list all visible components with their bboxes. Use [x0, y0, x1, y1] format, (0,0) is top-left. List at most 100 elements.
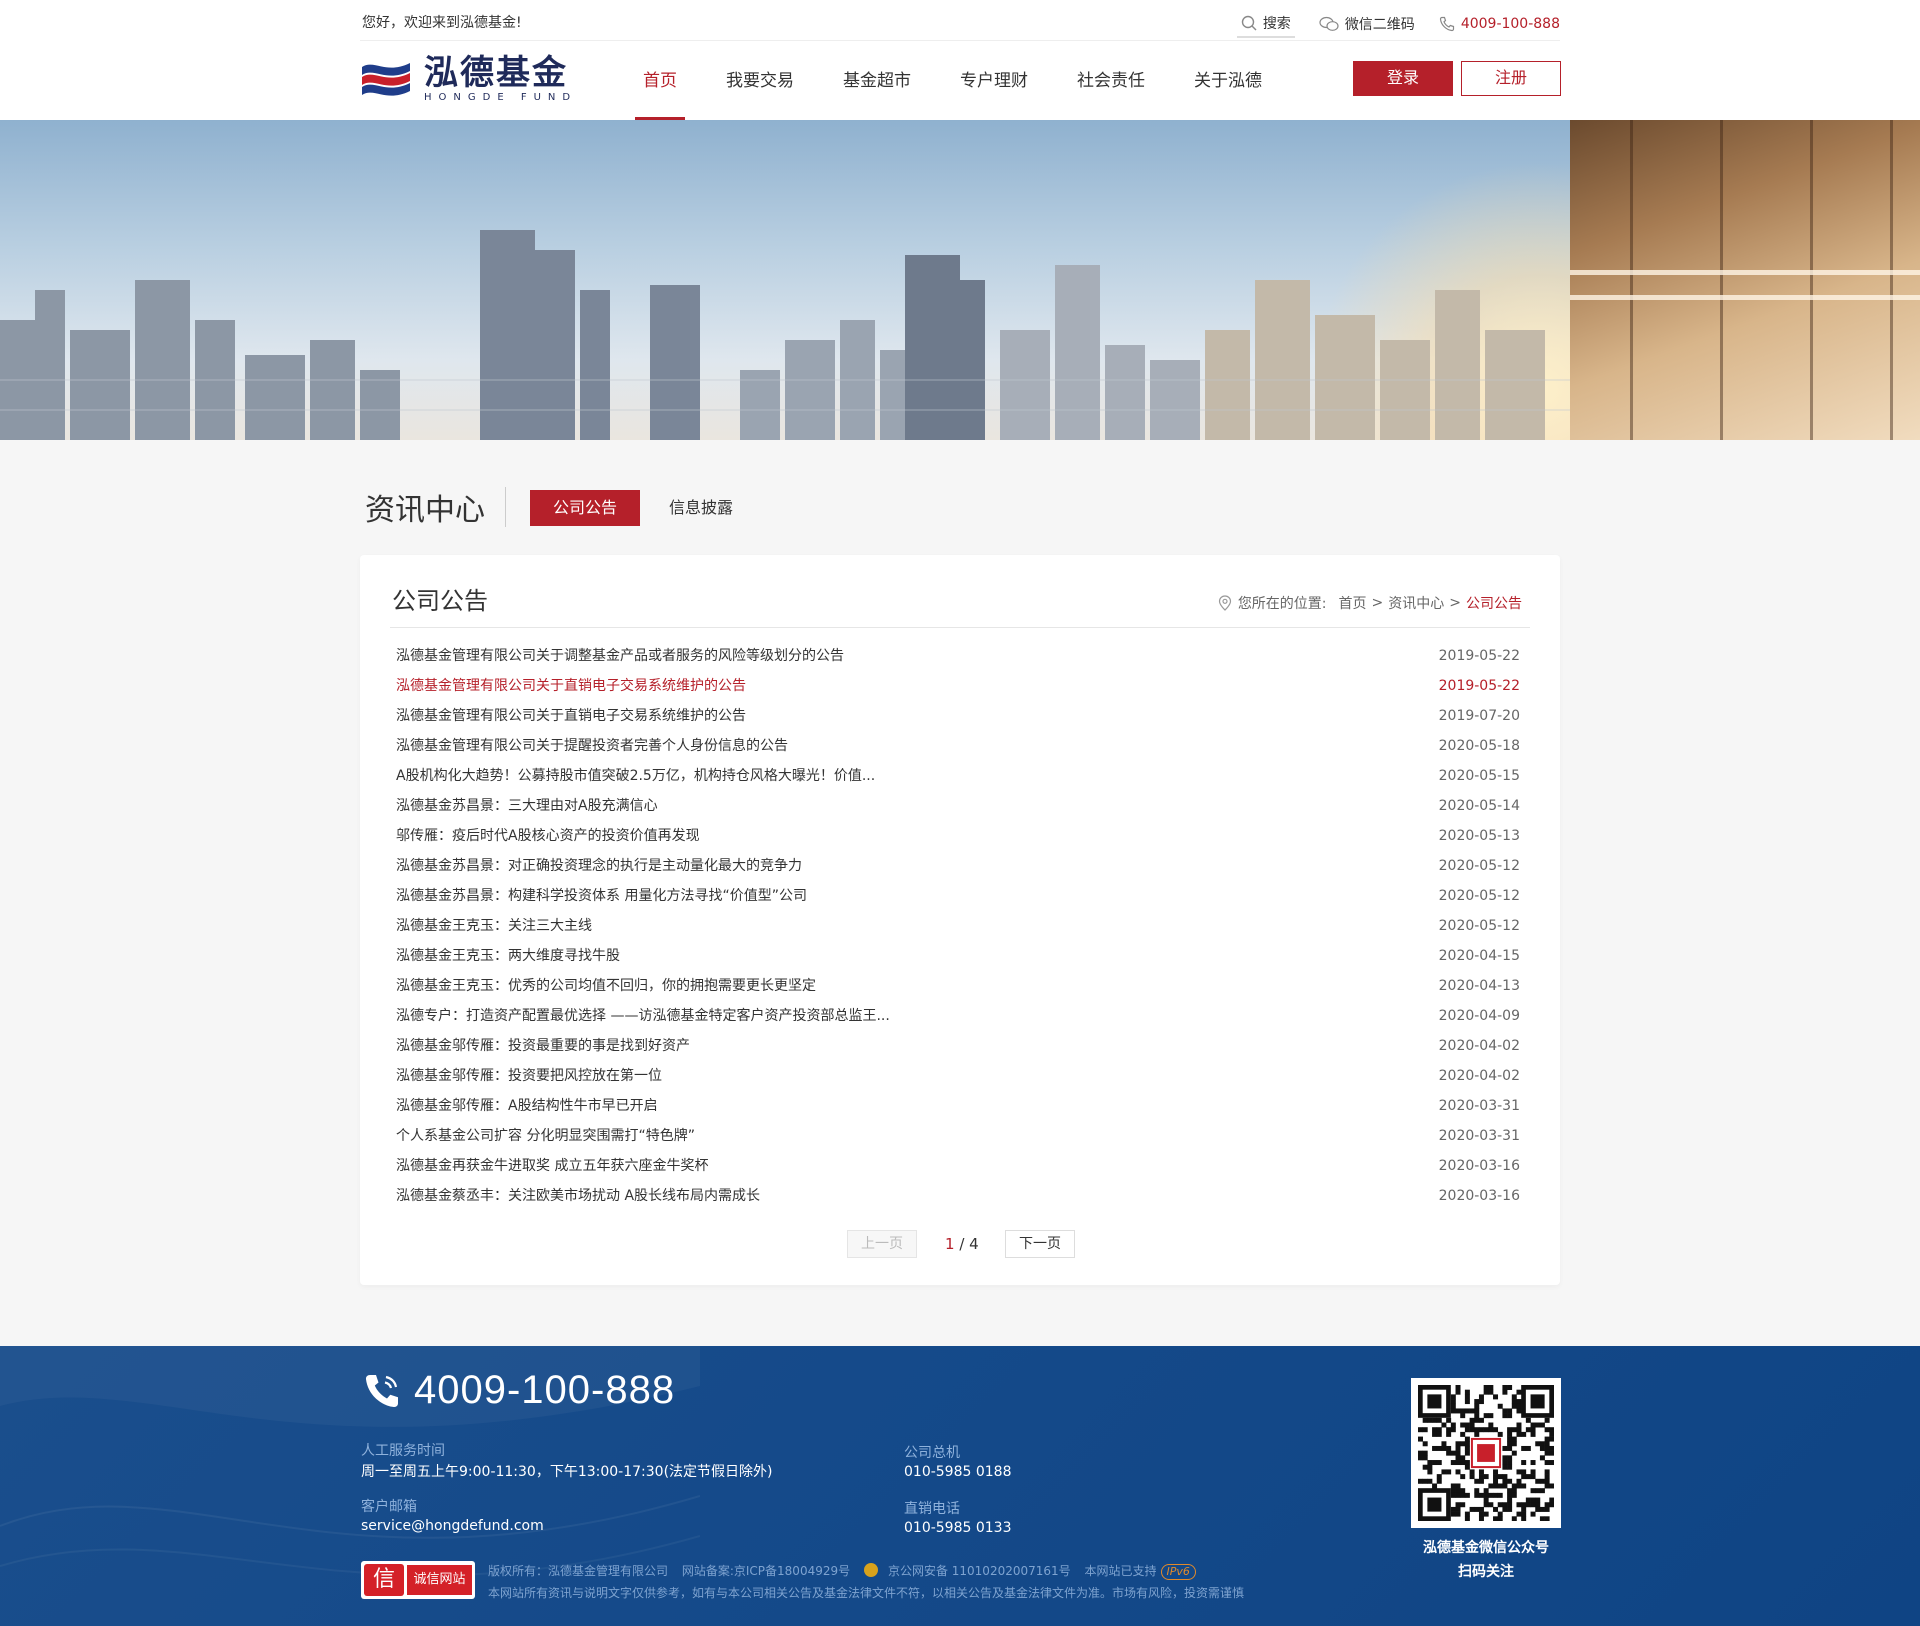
announcement-title[interactable]: 泓德基金管理有限公司关于直销电子交易系统维护的公告: [396, 701, 746, 731]
announcement-row[interactable]: 泓德基金邬传雁：A股结构性牛市早已开启 2020-03-31: [396, 1091, 1520, 1121]
switchboard-value: 010-5985 0188: [904, 1464, 1012, 1480]
announcement-title[interactable]: 泓德基金再获金牛进取奖 成立五年获六座金牛奖杯: [396, 1151, 708, 1181]
qr-code-icon: [1418, 1385, 1555, 1522]
announcement-date: 2019-07-20: [1438, 708, 1520, 724]
breadcrumb-news-center[interactable]: 资讯中心: [1388, 593, 1444, 613]
announcement-row[interactable]: 泓德基金苏昌景：三大理由对A股充满信心 2020-05-14: [396, 791, 1520, 821]
announcement-title[interactable]: 泓德基金管理有限公司关于直销电子交易系统维护的公告: [396, 671, 746, 701]
nav-social-responsibility[interactable]: 社会责任: [1077, 42, 1145, 120]
search-label: 搜索: [1262, 16, 1291, 32]
announcement-row[interactable]: 泓德基金王克玉：关注三大主线 2020-05-12: [396, 911, 1520, 941]
announcement-date: 2020-05-18: [1438, 738, 1520, 754]
next-page-button[interactable]: 下一页: [1005, 1230, 1075, 1258]
prev-page-button[interactable]: 上一页: [847, 1230, 917, 1258]
page-indicator: 1 / 4: [945, 1230, 979, 1258]
announcement-row[interactable]: 邬传雁：疫后时代A股核心资产的投资价值再发现 2020-05-13: [396, 821, 1520, 851]
announcement-date: 2020-03-31: [1438, 1098, 1520, 1114]
search-link[interactable]: 搜索: [1236, 10, 1295, 38]
announcement-title[interactable]: 泓德专户：打造资产配置最优选择 ——访泓德基金特定客户资产投资部总监王...: [396, 1001, 890, 1031]
wechat-qr-link[interactable]: 微信二维码: [1319, 10, 1415, 38]
announcement-title[interactable]: 邬传雁：疫后时代A股核心资产的投资价值再发现: [396, 821, 700, 851]
login-button[interactable]: 登录: [1353, 61, 1453, 96]
announcement-title[interactable]: 泓德基金管理有限公司关于提醒投资者完善个人身份信息的公告: [396, 731, 788, 761]
hotline-link[interactable]: 4009-100-888: [1439, 10, 1560, 38]
site-logo[interactable]: 泓德基金 HONGDE FUND: [360, 56, 577, 103]
nav-home[interactable]: 首页: [635, 42, 685, 120]
logo-mark-icon: [362, 62, 410, 96]
announcement-row[interactable]: 泓德基金再获金牛进取奖 成立五年获六座金牛奖杯 2020-03-16: [396, 1151, 1520, 1181]
ipv6-badge: IPv6: [1160, 1564, 1196, 1580]
announcement-row[interactable]: A股机构化大趋势！公募持股市值突破2.5万亿，机构持仓风格大曝光！价值... 20…: [396, 761, 1520, 791]
announcement-date: 2020-05-12: [1438, 888, 1520, 904]
phone-icon: [1439, 16, 1454, 32]
welcome-text: 您好，欢迎来到泓德基金!: [362, 15, 522, 31]
announcement-date: 2019-05-22: [1438, 678, 1520, 694]
trusted-site-badge[interactable]: 信 诚信网站: [361, 1561, 475, 1599]
announcement-title[interactable]: 泓德基金苏昌景：三大理由对A股充满信心: [396, 791, 658, 821]
register-button[interactable]: 注册: [1461, 61, 1561, 96]
location-pin-icon: [1218, 595, 1231, 611]
card-divider: [390, 627, 1530, 628]
announcement-row[interactable]: 泓德基金邬传雁：投资要把风控放在第一位 2020-04-02: [396, 1061, 1520, 1091]
announcement-date: 2020-04-09: [1438, 1008, 1520, 1024]
qr-caption-title: 泓德基金微信公众号: [1423, 1540, 1549, 1556]
service-hours-label: 人工服务时间: [361, 1443, 445, 1459]
tab-info-disclosure[interactable]: 信息披露: [656, 490, 746, 526]
trusted-site-label: 诚信网站: [407, 1565, 472, 1595]
announcement-title[interactable]: A股机构化大趋势！公募持股市值突破2.5万亿，机构持仓风格大曝光！价值...: [396, 761, 875, 791]
announcement-title[interactable]: 泓德基金邬传雁：A股结构性牛市早已开启: [396, 1091, 658, 1121]
disclaimer-text: 本网站所有资讯与说明文字仅供参考，如有与本公司相关公告及基金法律文件不符，以相关…: [488, 1586, 1245, 1600]
announcement-date: 2020-03-16: [1438, 1188, 1520, 1204]
announcement-row[interactable]: 泓德基金邬传雁：投资最重要的事是找到好资产 2020-04-02: [396, 1031, 1520, 1061]
announcement-title[interactable]: 泓德基金王克玉：两大维度寻找牛股: [396, 941, 620, 971]
tab-company-announcements[interactable]: 公司公告: [530, 490, 640, 526]
switchboard-label: 公司总机: [904, 1445, 960, 1461]
announcement-date: 2020-04-13: [1438, 978, 1520, 994]
announcement-title[interactable]: 泓德基金邬传雁：投资最重要的事是找到好资产: [396, 1031, 690, 1061]
announcement-title[interactable]: 泓德基金苏昌景：对正确投资理念的执行是主动量化最大的竞争力: [396, 851, 802, 881]
wechat-label: 微信二维码: [1344, 17, 1415, 33]
announcement-row[interactable]: 泓德基金苏昌景：对正确投资理念的执行是主动量化最大的竞争力 2020-05-12: [396, 851, 1520, 881]
announcement-row[interactable]: 个人系基金公司扩容 分化明显突围需打“特色牌” 2020-03-31: [396, 1121, 1520, 1151]
announcement-date: 2020-05-13: [1438, 828, 1520, 844]
announcement-row[interactable]: 泓德基金管理有限公司关于直销电子交易系统维护的公告 2019-07-20: [396, 701, 1520, 731]
card-title: 公司公告: [392, 587, 488, 615]
announcement-title[interactable]: 泓德基金管理有限公司关于调整基金产品或者服务的风险等级划分的公告: [396, 641, 844, 671]
icp-record[interactable]: 网站备案:京ICP备18004929号: [682, 1564, 850, 1578]
announcement-row[interactable]: 泓德基金管理有限公司关于调整基金产品或者服务的风险等级划分的公告 2019-05-…: [396, 641, 1520, 671]
announcement-title[interactable]: 泓德基金王克玉：优秀的公司均值不回归，你的拥抱需要更长更坚定: [396, 971, 816, 1001]
announcement-date: 2020-05-15: [1438, 768, 1520, 784]
nav-trade[interactable]: 我要交易: [726, 42, 794, 120]
announcement-row[interactable]: 泓德基金管理有限公司关于提醒投资者完善个人身份信息的公告 2020-05-18: [396, 731, 1520, 761]
footer-hotline-number: 4009-100-888: [414, 1368, 676, 1412]
footer-hotline[interactable]: 4009-100-888: [362, 1368, 675, 1413]
announcement-date: 2020-05-14: [1438, 798, 1520, 814]
announcement-title[interactable]: 泓德基金苏昌景：构建科学投资体系 用量化方法寻找“价值型”公司: [396, 881, 807, 911]
announcement-row[interactable]: 泓德专户：打造资产配置最优选择 ——访泓德基金特定客户资产投资部总监王... 20…: [396, 1001, 1520, 1031]
nav-fund-market[interactable]: 基金超市: [843, 42, 911, 120]
hotline-number: 4009-100-888: [1460, 16, 1560, 32]
wechat-qr-code: [1411, 1378, 1561, 1528]
qr-caption-subtitle: 扫码关注: [1458, 1564, 1514, 1580]
announcement-title[interactable]: 泓德基金王克玉：关注三大主线: [396, 911, 592, 941]
police-record[interactable]: 京公网安备 11010202007161号: [888, 1564, 1071, 1578]
announcement-title[interactable]: 个人系基金公司扩容 分化明显突围需打“特色牌”: [396, 1121, 695, 1151]
email-value[interactable]: service@hongdefund.com: [361, 1518, 544, 1534]
nav-special-account[interactable]: 专户理财: [960, 42, 1028, 120]
announcement-date: 2020-03-31: [1438, 1128, 1520, 1144]
footer-phone-icon: [365, 1374, 398, 1407]
trusted-site-icon: 信: [364, 1564, 404, 1596]
announcement-row[interactable]: 泓德基金蔡丞丰：关注欧美市场扰动 A股长线布局内需成长 2020-03-16: [396, 1181, 1520, 1211]
breadcrumb-home[interactable]: 首页: [1339, 593, 1367, 613]
announcement-row[interactable]: 泓德基金苏昌景：构建科学投资体系 用量化方法寻找“价值型”公司 2020-05-1…: [396, 881, 1520, 911]
breadcrumb-separator: >: [1449, 595, 1461, 611]
announcement-row[interactable]: 泓德基金管理有限公司关于直销电子交易系统维护的公告 2019-05-22: [396, 671, 1520, 701]
announcement-title[interactable]: 泓德基金蔡丞丰：关注欧美市场扰动 A股长线布局内需成长: [396, 1181, 760, 1211]
announcement-date: 2020-04-02: [1438, 1038, 1520, 1054]
announcement-title[interactable]: 泓德基金邬传雁：投资要把风控放在第一位: [396, 1061, 662, 1091]
announcement-row[interactable]: 泓德基金王克玉：优秀的公司均值不回归，你的拥抱需要更长更坚定 2020-04-13: [396, 971, 1520, 1001]
nav-about[interactable]: 关于泓德: [1194, 42, 1262, 120]
announcement-date: 2020-04-02: [1438, 1068, 1520, 1084]
announcement-row[interactable]: 泓德基金王克玉：两大维度寻找牛股 2020-04-15: [396, 941, 1520, 971]
top-header: 您好，欢迎来到泓德基金! 搜索 微信二维码 4009-100-888 泓德基金 …: [0, 0, 1920, 120]
